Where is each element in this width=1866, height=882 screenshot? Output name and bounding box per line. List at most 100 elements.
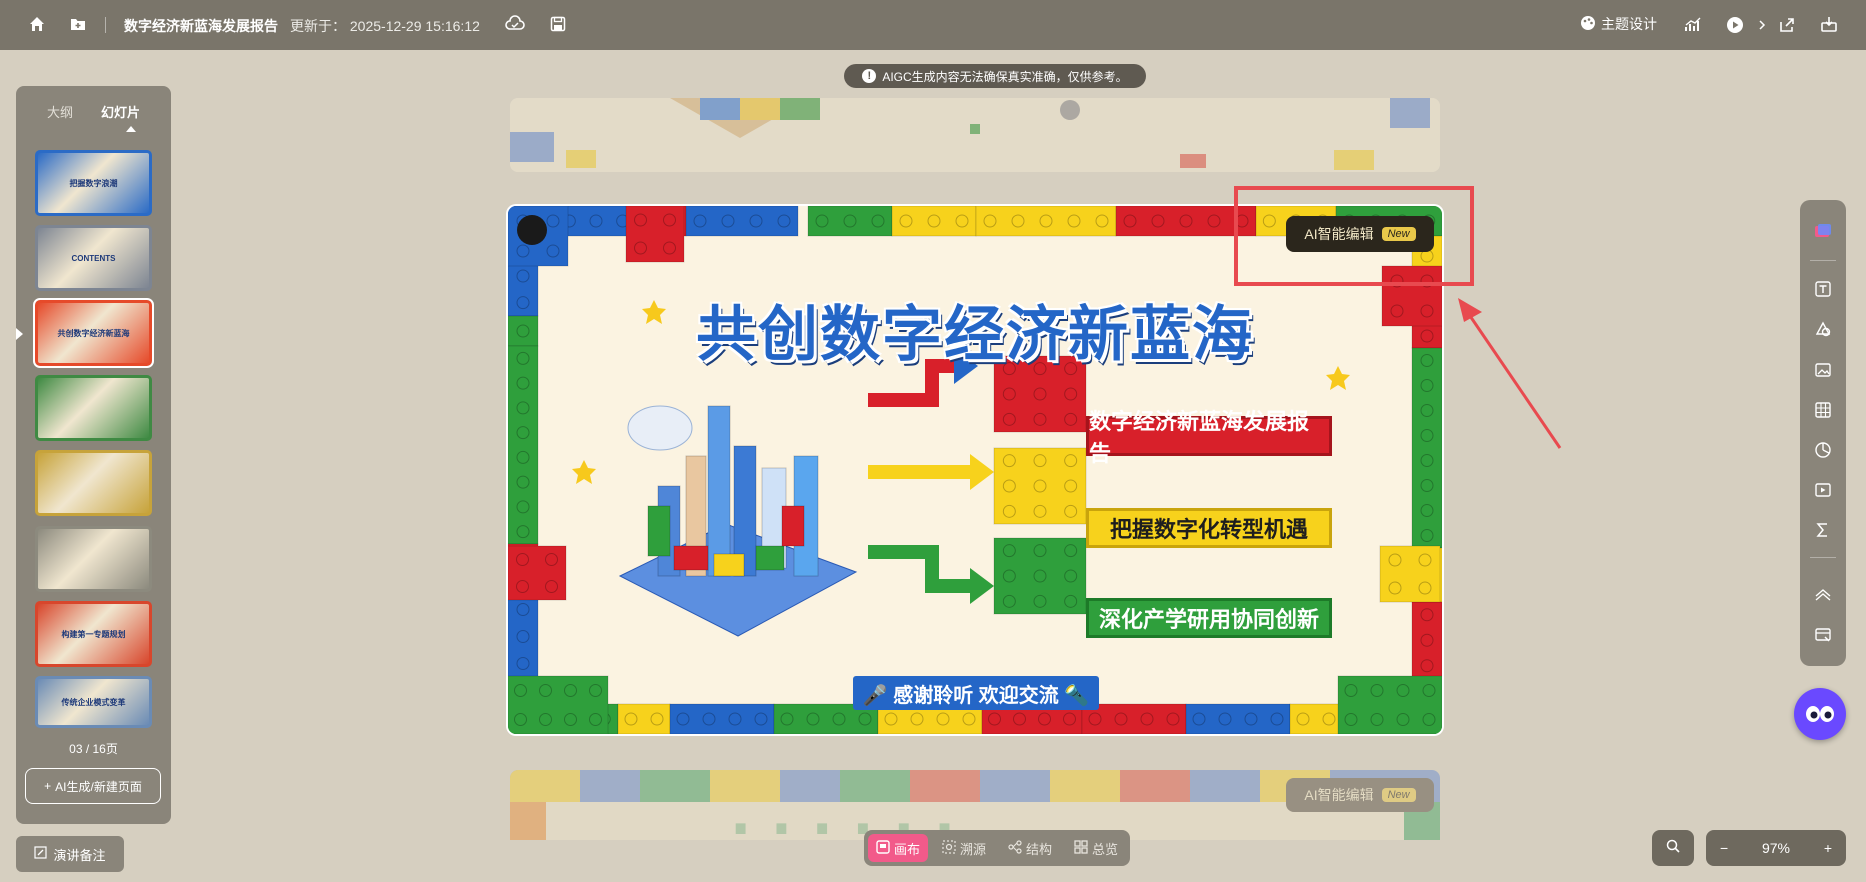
warning-icon: !	[862, 69, 877, 83]
lego-stud	[1033, 412, 1047, 426]
lego-stud	[754, 712, 768, 726]
lego-stud	[1064, 569, 1078, 583]
table-icon[interactable]	[1800, 395, 1846, 425]
folder-add-icon[interactable]	[67, 13, 89, 35]
grid-icon	[1074, 839, 1088, 857]
slide-item-2[interactable]: 把握数字化转型机遇	[1086, 508, 1332, 548]
lego-stud	[780, 712, 794, 726]
animation-icon[interactable]	[1800, 580, 1846, 610]
lego-stud	[1370, 684, 1384, 697]
slide-thumbnail-caption: 传统企业模式变革	[61, 697, 126, 707]
topbar-divider	[105, 17, 106, 33]
shapes-icon[interactable]	[1800, 314, 1846, 344]
lego-stud	[927, 214, 941, 228]
lego-stud	[516, 450, 530, 464]
lego-stud	[539, 684, 552, 697]
lego-stud	[1088, 712, 1102, 726]
corner-brick	[508, 545, 567, 601]
text-icon[interactable]	[1800, 274, 1846, 304]
building-illustration	[647, 505, 671, 557]
lego-stud	[1422, 713, 1436, 726]
lego-stud	[1033, 479, 1047, 493]
tab-slides[interactable]: 幻灯片	[101, 102, 140, 121]
lego-stud	[1033, 594, 1047, 608]
slide-thumbnail-3[interactable]: 共创数字经济新蓝海	[33, 298, 154, 368]
slide-thumbnail-caption: CONTENTS	[71, 253, 116, 263]
slide-thumbnail-5[interactable]	[35, 450, 152, 516]
cloud-icon[interactable]	[504, 13, 526, 35]
lego-stud	[1151, 214, 1165, 228]
lego-stud	[1064, 412, 1078, 426]
share-icon[interactable]	[1776, 14, 1798, 36]
view-structure-button[interactable]: 结构	[1000, 834, 1060, 862]
lego-stud	[815, 214, 829, 228]
panel-tabs: 大纲 幻灯片	[16, 102, 171, 121]
lego-stud	[843, 214, 857, 228]
slide-thumbnail-2[interactable]: CONTENTS	[35, 225, 152, 291]
chevron-right-icon[interactable]	[1755, 14, 1769, 36]
palette-icon[interactable]	[1800, 216, 1846, 246]
next-ai-smart-edit-button[interactable]: AI智能编辑 New	[1286, 778, 1434, 812]
zoom-level: 97%	[1761, 840, 1791, 856]
slide-item-1[interactable]: 数字经济新蓝海发展报告	[1086, 409, 1332, 466]
layout-icon[interactable]	[1800, 620, 1846, 650]
slide-thumbnail-7[interactable]: 构建第一专题规划	[35, 601, 152, 667]
top-bar: 数字经济新蓝海发展报告 更新于： 2025-12-29 15:16:12 主题设…	[0, 0, 1866, 50]
lego-stud	[516, 475, 530, 489]
lego-stud	[564, 713, 577, 726]
lego-stud	[1140, 712, 1154, 726]
ai-generate-page-button[interactable]: + AI生成/新建页面	[25, 768, 161, 804]
theme-design-button[interactable]: 主题设计	[1580, 14, 1657, 34]
plus-icon: +	[44, 779, 52, 793]
lego-stud	[1370, 713, 1384, 726]
slide-thumbnail-8[interactable]: 传统企业模式变革	[35, 676, 152, 728]
lego-stud	[516, 525, 530, 539]
zoom-out-button[interactable]: −	[1720, 840, 1728, 856]
lego-stud	[1064, 594, 1078, 608]
slide-thumbnail-6[interactable]	[35, 526, 152, 592]
play-icon[interactable]	[1724, 14, 1746, 36]
slide-item-3[interactable]: 深化产学研用协同创新	[1086, 598, 1332, 638]
view-source-label: 溯源	[960, 841, 987, 857]
lego-stud	[516, 376, 530, 390]
zoom-in-button[interactable]: +	[1824, 840, 1832, 856]
lego-stud	[1420, 504, 1434, 517]
lego-stud	[806, 712, 820, 726]
inbox-icon[interactable]	[1818, 13, 1840, 35]
slide-thumbnail-4[interactable]	[35, 375, 152, 441]
lego-stud	[1418, 581, 1432, 595]
lego-stud	[1002, 504, 1016, 518]
pie-chart-icon[interactable]	[1800, 435, 1846, 465]
slide-thumbnail-1[interactable]: 把握数字浪潮	[35, 150, 152, 216]
lego-stud	[832, 712, 846, 726]
media-icon[interactable]	[1800, 475, 1846, 505]
source-icon	[942, 839, 956, 857]
building-illustration	[713, 553, 745, 577]
search-button[interactable]	[1652, 830, 1694, 866]
view-canvas-button[interactable]: 画布	[868, 834, 928, 862]
lego-stud	[1322, 712, 1336, 726]
lego-stud	[1064, 479, 1078, 493]
previous-slide-preview[interactable]	[510, 98, 1440, 172]
formula-icon[interactable]	[1800, 515, 1846, 545]
view-overview-button[interactable]: 总览	[1066, 834, 1126, 862]
theme-design-label: 主题设计	[1601, 16, 1657, 32]
corner-brick	[1379, 545, 1441, 603]
tab-outline[interactable]: 大纲	[47, 102, 73, 121]
ai-assistant-icon[interactable]	[1794, 688, 1846, 740]
speaker-notes-button[interactable]: 演讲备注	[16, 836, 124, 872]
lego-stud	[1002, 544, 1016, 558]
view-source-button[interactable]: 溯源	[934, 834, 994, 862]
home-icon[interactable]	[26, 13, 48, 35]
next-ai-smart-edit-label: AI智能编辑	[1304, 787, 1374, 803]
image-icon[interactable]	[1800, 355, 1846, 385]
thanks-banner[interactable]: 🎤 感谢聆听 欢迎交流 🔦	[853, 676, 1099, 710]
slide-title[interactable]: 共创数字经济新蓝海	[508, 286, 1442, 373]
chart-icon[interactable]	[1682, 14, 1704, 36]
lego-stud	[539, 713, 552, 726]
lego-stud	[676, 712, 690, 726]
lego-stud	[589, 684, 602, 697]
document-title[interactable]: 数字经济新蓝海发展报告	[124, 16, 278, 36]
save-icon[interactable]	[547, 13, 569, 35]
lego-stud	[1420, 379, 1434, 392]
